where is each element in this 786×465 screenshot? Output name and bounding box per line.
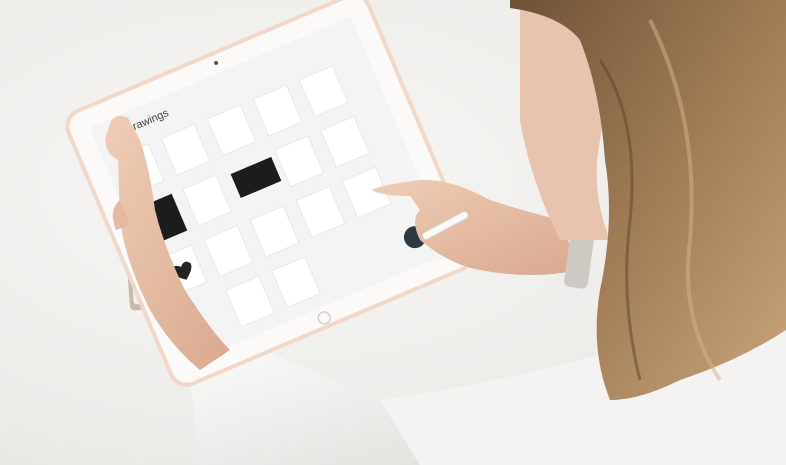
photo-illustration: ‹ My drawings — [65, 0, 786, 465]
photo-scene: ‹ My drawings — [0, 0, 786, 465]
